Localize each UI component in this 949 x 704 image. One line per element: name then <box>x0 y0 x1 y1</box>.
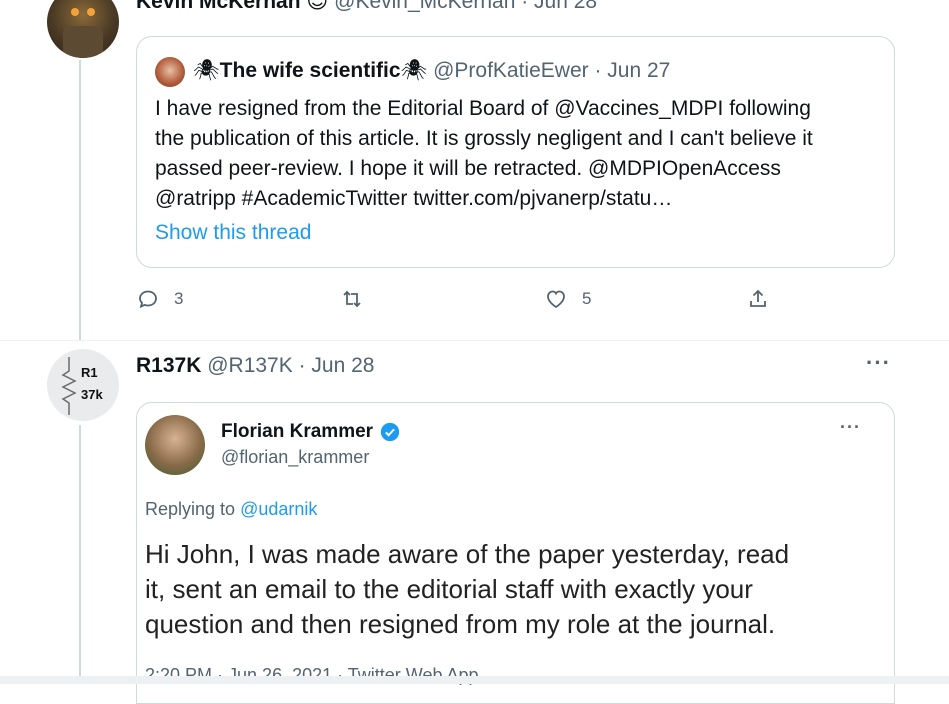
quoted-date: · Jun 27 <box>594 59 671 82</box>
embedded-tweet-image[interactable]: Florian Krammer @florian_krammer ··· Rep… <box>136 402 895 704</box>
spider-icon: 🕷 <box>400 59 428 82</box>
embedded-body-line: Hi John, I was made aware of the paper y… <box>145 539 790 569</box>
avatar-text: R1 <box>81 365 98 380</box>
reply-button[interactable]: 3 <box>136 287 183 311</box>
reply-icon <box>139 290 157 309</box>
spider-icon: 🕷 <box>193 59 220 82</box>
tweet-date[interactable]: · Jun 28 <box>299 354 375 377</box>
tweet-header: Kevin McKernan 😊 @Kevin_McKernan · Jun 2… <box>136 0 597 14</box>
quoted-handle: @ProfKatieEwer <box>433 59 589 82</box>
retweet-icon <box>343 290 361 308</box>
embedded-author-name: Florian Krammer <box>221 421 374 442</box>
avatar[interactable] <box>47 0 119 58</box>
quoted-tweet-card[interactable]: 🕷The wife scientific🕷 @ProfKatieEwer · J… <box>136 36 895 268</box>
quoted-text-line: the publication of this article. It is g… <box>155 127 813 150</box>
author-handle[interactable]: @R137K <box>207 354 293 377</box>
avatar-image-icon <box>63 8 103 58</box>
emoji: 😊 <box>306 0 329 13</box>
like-count: 5 <box>582 289 592 308</box>
tweet-divider <box>0 340 949 341</box>
quoted-header: 🕷The wife scientific🕷 @ProfKatieEwer · J… <box>193 59 670 83</box>
thread-line <box>79 60 81 340</box>
embedded-body: Hi John, I was made aware of the paper y… <box>145 537 885 642</box>
tweet-header: R137K @R137K · Jun 28 <box>136 354 374 378</box>
replying-prefix: Replying to <box>145 499 236 519</box>
thread-line <box>79 425 81 684</box>
author-name[interactable]: Kevin McKernan <box>136 0 301 13</box>
avatar[interactable]: R1 37k <box>47 349 119 421</box>
quoted-text-line: passed peer-review. I hope it will be re… <box>155 157 781 180</box>
retweet-button[interactable] <box>340 287 364 311</box>
resistor-icon <box>61 357 77 415</box>
more-options-icon[interactable]: ··· <box>866 350 891 376</box>
quoted-avatar <box>155 57 185 87</box>
embedded-avatar <box>145 415 205 475</box>
quoted-author-name: The wife scientific <box>219 59 401 82</box>
replying-to: Replying to @udarnik <box>145 499 317 520</box>
share-button[interactable] <box>746 287 770 311</box>
more-options-icon: ··· <box>840 417 861 437</box>
replying-handle: @udarnik <box>240 499 318 519</box>
author-handle-date[interactable]: @Kevin_McKernan · Jun 28 <box>334 0 597 13</box>
share-icon <box>750 289 766 307</box>
quoted-text: I have resigned from the Editorial Board… <box>155 94 885 214</box>
embedded-name-row: Florian Krammer <box>221 421 401 443</box>
reply-count: 3 <box>174 289 184 308</box>
avatar-text: 37k <box>81 387 103 402</box>
verified-badge-icon <box>380 422 400 442</box>
author-name[interactable]: R137K <box>136 354 201 377</box>
heart-icon <box>547 290 565 309</box>
show-thread-link[interactable]: Show this thread <box>155 221 311 245</box>
embedded-body-line: question and then resigned from my role … <box>145 609 776 639</box>
quoted-text-line: @ratripp #AcademicTwitter twitter.com/pj… <box>155 187 673 210</box>
embedded-handle: @florian_krammer <box>221 447 370 467</box>
embedded-body-line: it, sent an email to the editorial staff… <box>145 574 753 604</box>
more-options-icon[interactable]: ··· <box>866 0 891 12</box>
quoted-text-line: I have resigned from the Editorial Board… <box>155 97 811 120</box>
bottom-edge <box>0 676 949 684</box>
like-button[interactable]: 5 <box>544 287 591 311</box>
